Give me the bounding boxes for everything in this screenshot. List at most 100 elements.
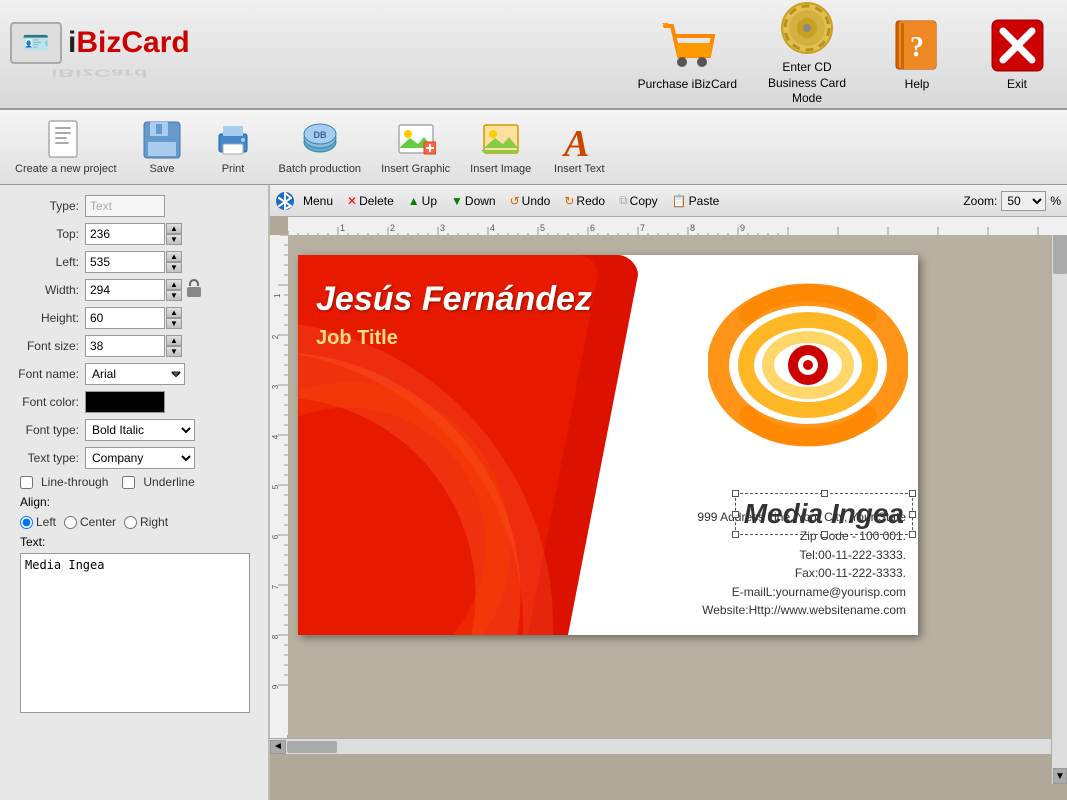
exit-icon [990, 18, 1045, 73]
redo-icon: ↻ [564, 194, 574, 208]
purchase-button[interactable]: Purchase iBizCard [638, 18, 737, 91]
svg-text:DB: DB [313, 130, 326, 140]
left-panel: Type: Top: ▲ ▼ Left: ▲ ▼ Width: ▲ ▼ [0, 185, 270, 800]
exit-label: Exit [1007, 77, 1027, 91]
up-arrow-icon: ▲ [408, 194, 420, 208]
lock-top [189, 279, 199, 286]
top-up-button[interactable]: ▲ [166, 223, 182, 234]
copy-icon: ⧉ [619, 193, 628, 208]
help-icon: ? [891, 18, 943, 73]
main-content: Type: Top: ▲ ▼ Left: ▲ ▼ Width: ▲ ▼ [0, 185, 1067, 800]
save-button[interactable]: Save [130, 115, 195, 180]
svg-text:5: 5 [540, 223, 545, 233]
underline-checkbox[interactable] [122, 476, 135, 489]
insert-text-icon: A [559, 120, 599, 160]
height-down-button[interactable]: ▼ [166, 318, 182, 329]
fontsize-input[interactable] [85, 335, 165, 357]
left-spinner: ▲ ▼ [166, 251, 182, 273]
handle-mr[interactable] [909, 511, 916, 518]
delete-label: Delete [359, 194, 394, 208]
menu-button[interactable]: Menu [298, 191, 338, 211]
text-textarea[interactable]: Media Ingea [20, 553, 250, 713]
insert-image-icon [481, 120, 521, 160]
batch-production-button[interactable]: DB Batch production [272, 115, 369, 180]
vertical-scrollbar[interactable]: ▲ ▼ [1051, 217, 1067, 784]
print-button[interactable]: Print [201, 115, 266, 180]
fontsize-down-button[interactable]: ▼ [166, 346, 182, 357]
handle-tm[interactable] [821, 490, 828, 497]
canvas-wrapper[interactable]: // draw ticks via inline svg - we'll do … [270, 217, 1067, 800]
texttype-label: Text type: [10, 451, 85, 465]
handle-tl[interactable] [732, 490, 739, 497]
card-company-selected[interactable]: Media Ingea [735, 493, 913, 535]
copy-button[interactable]: ⧉ Copy [614, 190, 663, 211]
print-icon [213, 120, 253, 160]
top-down-button[interactable]: ▼ [166, 234, 182, 245]
fontsize-up-button[interactable]: ▲ [166, 335, 182, 346]
paste-icon: 📋 [672, 194, 687, 208]
svg-text:8: 8 [271, 634, 280, 639]
scrollbar-thumb-h[interactable] [287, 741, 337, 753]
texttype-row: Text type: Company Name Job Title Addres… [10, 447, 258, 469]
new-project-button[interactable]: Create a new project [8, 115, 124, 180]
help-button[interactable]: ? Help [877, 18, 957, 91]
delete-button[interactable]: ✕ Delete [342, 191, 399, 211]
left-up-button[interactable]: ▲ [166, 251, 182, 262]
edit-toolbar: Menu ✕ Delete ▲ Up ▼ Down ↺ Undo ↻ Redo [270, 185, 1067, 217]
align-center-radio[interactable] [64, 516, 77, 529]
svg-text:2: 2 [271, 334, 280, 339]
align-right-radio[interactable] [124, 516, 137, 529]
card-website: Website:Http://www.websitename.com [697, 601, 906, 620]
width-up-button[interactable]: ▲ [166, 279, 182, 290]
business-card[interactable]: Jesús Fernández Job Title [298, 255, 918, 635]
top-input[interactable] [85, 223, 165, 245]
scrollbar-track-h [286, 740, 1051, 754]
scroll-down-button[interactable]: ▼ [1053, 768, 1067, 784]
handle-br[interactable] [909, 531, 916, 538]
handle-bl[interactable] [732, 531, 739, 538]
redo-button[interactable]: ↻ Redo [559, 191, 610, 211]
header: 🪪 iBizCard iBizCard Purchase iBizCard [0, 0, 1067, 110]
scrollbar-thumb-v[interactable] [1053, 234, 1067, 274]
left-down-button[interactable]: ▼ [166, 262, 182, 273]
cd-mode-button[interactable]: Enter CD Business Card Mode [757, 1, 857, 107]
handle-tr[interactable] [909, 490, 916, 497]
fontname-select[interactable]: Arial Times New Roman Courier Verdana [85, 363, 185, 385]
down-button[interactable]: ▼ Down [446, 191, 501, 211]
scroll-left-button[interactable]: ◄ [270, 740, 286, 754]
fontcolor-label: Font color: [10, 395, 85, 409]
height-input[interactable] [85, 307, 165, 329]
width-input[interactable] [85, 279, 165, 301]
handle-ml[interactable] [732, 511, 739, 518]
lock-icon[interactable] [186, 279, 202, 301]
fonttype-label: Font type: [10, 423, 85, 437]
left-input[interactable] [85, 251, 165, 273]
card-email: E-mailL:yourname@yourisp.com [697, 583, 906, 602]
svg-text:4: 4 [271, 434, 280, 439]
canvas-bg[interactable]: Jesús Fernández Job Title [288, 235, 1067, 738]
insert-image-button[interactable]: Insert Image [463, 115, 538, 180]
handle-bm[interactable] [821, 531, 828, 538]
cd-icon [780, 1, 835, 56]
zoom-select[interactable]: 25 50 75 100 150 [1001, 191, 1046, 211]
insert-graphic-button[interactable]: Insert Graphic [374, 115, 457, 180]
fonttype-select[interactable]: Bold Italic Regular Bold Italic [85, 419, 195, 441]
fontsize-row: Font size: ▲ ▼ [10, 335, 258, 357]
width-down-button[interactable]: ▼ [166, 290, 182, 301]
menu-label: Menu [303, 194, 333, 208]
paste-button[interactable]: 📋 Paste [667, 191, 725, 211]
fontcolor-picker[interactable] [85, 391, 165, 413]
undo-button[interactable]: ↺ Undo [505, 191, 556, 211]
svg-text:3: 3 [440, 223, 445, 233]
up-button[interactable]: ▲ Up [403, 191, 442, 211]
align-left-radio[interactable] [20, 516, 33, 529]
horizontal-scrollbar[interactable]: ◄ ► [270, 738, 1067, 754]
texttype-select[interactable]: Company Name Job Title Address [85, 447, 195, 469]
type-input[interactable] [85, 195, 165, 217]
insert-text-button[interactable]: A Insert Text [544, 115, 614, 180]
batch-label: Batch production [279, 163, 362, 175]
height-up-button[interactable]: ▲ [166, 307, 182, 318]
exit-button[interactable]: Exit [977, 18, 1057, 91]
cart-icon [657, 18, 717, 73]
linethrough-checkbox[interactable] [20, 476, 33, 489]
